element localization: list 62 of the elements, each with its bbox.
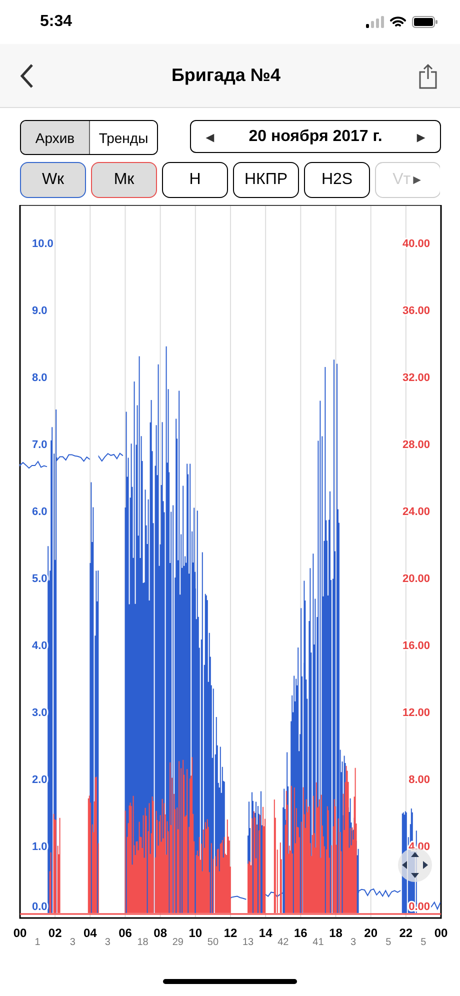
- right-axis-label: 36.00: [402, 305, 430, 317]
- count-label: 1: [34, 937, 40, 948]
- right-axis-label: 40.00: [402, 238, 430, 250]
- hour-label: 12: [224, 926, 238, 940]
- date-label: 20 ноября 2017 г.: [248, 128, 382, 146]
- count-label: 3: [350, 937, 356, 948]
- count-label: 41: [312, 937, 324, 948]
- next-date-button[interactable]: ►: [410, 128, 432, 144]
- hour-label: 04: [83, 926, 97, 940]
- right-axis-label: 24.00: [402, 506, 430, 518]
- hour-label: 02: [48, 926, 62, 940]
- screen-title: Бригада №4: [171, 65, 281, 86]
- count-label: 42: [278, 937, 289, 948]
- hour-label: 06: [118, 926, 132, 940]
- left-axis-label: 0.0: [32, 901, 48, 913]
- right-axis-label: 8.00: [408, 774, 430, 786]
- right-axis-label: 16.00: [402, 640, 430, 652]
- left-axis-label: 10.0: [32, 238, 54, 250]
- left-axis-label: 1.0: [32, 841, 48, 853]
- left-axis-label: 8.0: [32, 372, 48, 384]
- left-axis-label: 7.0: [32, 439, 48, 451]
- back-icon[interactable]: [20, 62, 34, 88]
- count-label: 13: [242, 937, 254, 948]
- right-axis-label: 20.00: [402, 573, 430, 585]
- channel-button[interactable]: Wк: [20, 162, 86, 198]
- left-axis-label: 3.0: [32, 707, 48, 719]
- hour-label: 14: [258, 926, 272, 940]
- left-axis-label: 5.0: [32, 573, 48, 585]
- hour-label: 10: [188, 926, 202, 940]
- count-label: 29: [172, 937, 184, 948]
- mode-tab[interactable]: Тренды: [89, 121, 157, 154]
- hour-label: 08: [154, 926, 168, 940]
- count-label: 18: [137, 937, 148, 948]
- signal-icon: [366, 16, 384, 28]
- wifi-icon: [390, 16, 406, 28]
- right-axis-label: 12.00: [402, 707, 430, 719]
- channel-button[interactable]: Н: [162, 162, 228, 198]
- hour-label: 16: [294, 926, 308, 940]
- hour-label: 20: [364, 926, 378, 940]
- hour-label: 00: [434, 926, 448, 940]
- channel-button[interactable]: H2S: [304, 162, 370, 198]
- right-axis-label: 32.00: [402, 372, 430, 384]
- count-label: 5: [386, 937, 392, 948]
- left-axis-label: 4.0: [32, 640, 48, 652]
- status-time: 5:34: [40, 13, 72, 31]
- channel-button[interactable]: НКПР: [233, 162, 299, 198]
- count-label: 5: [420, 937, 426, 948]
- hour-label: 22: [399, 926, 413, 940]
- share-icon[interactable]: [418, 62, 438, 88]
- count-label: 3: [70, 937, 76, 948]
- mode-tab[interactable]: Архив: [21, 121, 89, 154]
- left-axis-label: 2.0: [32, 774, 48, 786]
- left-axis-label: 6.0: [32, 506, 48, 518]
- battery-icon: [412, 16, 438, 28]
- hour-label: 00: [13, 926, 27, 940]
- right-axis-label: 28.00: [402, 439, 430, 451]
- left-axis-label: 9.0: [32, 305, 48, 317]
- channel-button[interactable]: Мк: [91, 162, 157, 198]
- previous-date-button[interactable]: ◄: [199, 128, 221, 144]
- hour-label: 18: [329, 926, 342, 940]
- count-label: 3: [104, 937, 110, 948]
- count-label: 50: [207, 937, 219, 948]
